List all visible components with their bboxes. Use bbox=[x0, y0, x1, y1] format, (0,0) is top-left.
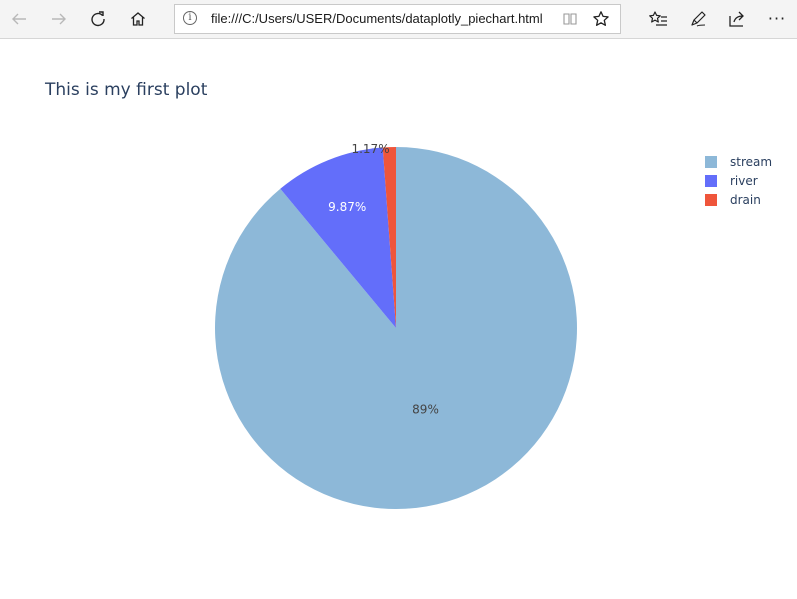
reading-view-button[interactable] bbox=[556, 5, 584, 33]
favorites-hub-button[interactable] bbox=[642, 4, 674, 34]
info-icon[interactable]: i bbox=[183, 11, 197, 25]
back-arrow-icon bbox=[12, 13, 26, 25]
more-icon: ··· bbox=[767, 9, 787, 28]
reading-view-icon bbox=[563, 13, 577, 25]
legend-swatch-river bbox=[705, 175, 717, 187]
share-icon bbox=[729, 11, 744, 27]
favorites-list-icon bbox=[649, 11, 667, 26]
more-button[interactable]: ··· bbox=[761, 4, 793, 34]
home-icon bbox=[131, 12, 145, 26]
forward-button[interactable] bbox=[43, 4, 75, 34]
address-url[interactable]: file:///C:/Users/USER/Documents/dataplot… bbox=[211, 5, 543, 33]
pie-label-river: 9.87% bbox=[328, 200, 366, 214]
refresh-button[interactable] bbox=[82, 4, 114, 34]
refresh-icon bbox=[91, 11, 105, 27]
home-button[interactable] bbox=[122, 4, 154, 34]
legend-label-river: river bbox=[730, 174, 758, 188]
back-button[interactable] bbox=[3, 4, 35, 34]
notes-button[interactable] bbox=[682, 4, 714, 34]
star-icon bbox=[593, 11, 609, 26]
legend-label-stream: stream bbox=[730, 155, 773, 169]
legend-swatch-stream bbox=[705, 156, 717, 168]
share-button[interactable] bbox=[721, 4, 753, 34]
pie-chart: 89% 9.87% 1.17% bbox=[214, 142, 577, 509]
pen-icon bbox=[691, 11, 706, 27]
forward-arrow-icon bbox=[52, 13, 66, 25]
address-bar[interactable]: i file:///C:/Users/USER/Documents/datapl… bbox=[174, 4, 621, 34]
pie-label-drain: 1.17% bbox=[351, 142, 389, 156]
pie-label-stream: 89% bbox=[412, 403, 439, 417]
add-favorite-button[interactable] bbox=[587, 5, 615, 33]
browser-toolbar: i file:///C:/Users/USER/Documents/datapl… bbox=[0, 0, 797, 39]
legend-swatch-drain bbox=[705, 194, 717, 206]
legend-label-drain: drain bbox=[730, 193, 761, 207]
